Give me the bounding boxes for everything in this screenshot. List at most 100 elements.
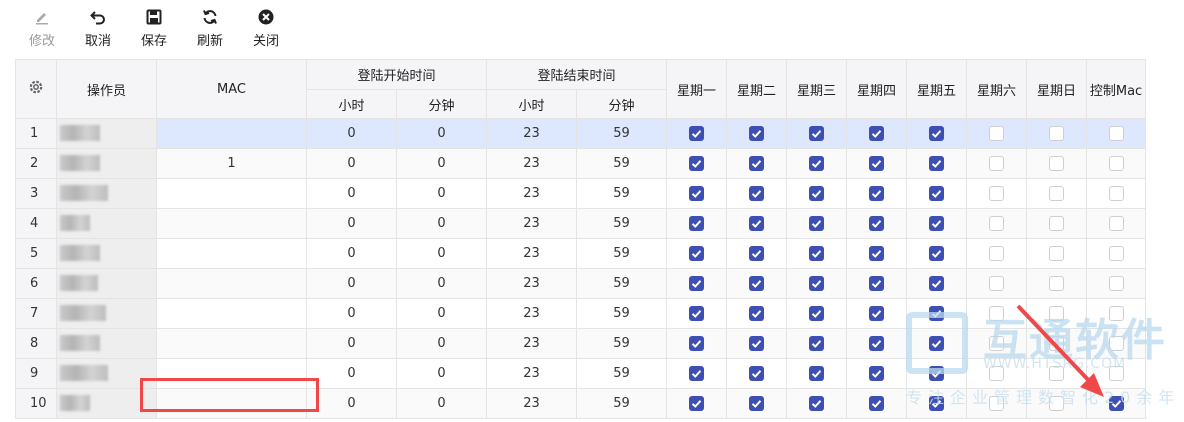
friday-checkbox[interactable] xyxy=(929,396,945,411)
header-wednesday[interactable]: 星期三 xyxy=(786,59,848,119)
end-hour-cell[interactable]: 23 xyxy=(486,148,578,179)
monday-checkbox[interactable] xyxy=(689,156,705,171)
table-row[interactable]: 1 0 0 23 59 xyxy=(15,118,1147,149)
thursday-checkbox[interactable] xyxy=(869,396,885,411)
saturday-checkbox[interactable] xyxy=(989,216,1005,231)
wednesday-checkbox[interactable] xyxy=(809,246,825,261)
friday-checkbox[interactable] xyxy=(929,276,945,291)
operator-cell[interactable] xyxy=(56,148,157,179)
operator-cell[interactable] xyxy=(56,118,157,149)
tuesday-checkbox[interactable] xyxy=(749,396,765,411)
start-minute-cell[interactable]: 0 xyxy=(395,178,488,209)
table-row[interactable]: 8 0 0 23 59 xyxy=(15,328,1147,359)
thursday-checkbox[interactable] xyxy=(869,306,885,321)
close-button[interactable]: 关闭 xyxy=(244,9,288,51)
thursday-checkbox[interactable] xyxy=(869,216,885,231)
thursday-checkbox[interactable] xyxy=(869,156,885,171)
friday-checkbox[interactable] xyxy=(929,306,945,321)
table-row[interactable]: 2 1 0 0 23 59 xyxy=(15,148,1147,179)
wednesday-checkbox[interactable] xyxy=(809,396,825,411)
start-minute-cell[interactable]: 0 xyxy=(395,238,488,269)
start-minute-cell[interactable]: 0 xyxy=(395,388,488,419)
monday-checkbox[interactable] xyxy=(689,336,705,351)
header-friday[interactable]: 星期五 xyxy=(906,59,968,119)
friday-checkbox[interactable] xyxy=(929,186,945,201)
header-saturday[interactable]: 星期六 xyxy=(966,59,1028,119)
column-settings-cell[interactable] xyxy=(15,59,57,119)
monday-checkbox[interactable] xyxy=(689,306,705,321)
wednesday-checkbox[interactable] xyxy=(809,366,825,381)
refresh-button[interactable]: 刷新 xyxy=(188,9,232,51)
tuesday-checkbox[interactable] xyxy=(749,366,765,381)
start-hour-cell[interactable]: 0 xyxy=(306,298,397,329)
control-mac-checkbox[interactable] xyxy=(1108,396,1124,411)
header-monday[interactable]: 星期一 xyxy=(666,59,728,119)
edit-button[interactable]: 修改 xyxy=(20,9,64,51)
monday-checkbox[interactable] xyxy=(689,246,705,261)
monday-checkbox[interactable] xyxy=(689,186,705,201)
operator-cell[interactable] xyxy=(56,298,157,329)
monday-checkbox[interactable] xyxy=(689,216,705,231)
control-mac-checkbox[interactable] xyxy=(1108,126,1124,141)
sunday-checkbox[interactable] xyxy=(1049,156,1065,171)
tuesday-checkbox[interactable] xyxy=(749,336,765,351)
start-minute-cell[interactable]: 0 xyxy=(395,208,488,239)
tuesday-checkbox[interactable] xyxy=(749,156,765,171)
wednesday-checkbox[interactable] xyxy=(809,306,825,321)
thursday-checkbox[interactable] xyxy=(869,366,885,381)
end-hour-cell[interactable]: 23 xyxy=(486,298,578,329)
friday-checkbox[interactable] xyxy=(929,216,945,231)
wednesday-checkbox[interactable] xyxy=(809,336,825,351)
start-minute-cell[interactable]: 0 xyxy=(395,328,488,359)
operator-cell[interactable] xyxy=(56,328,157,359)
end-minute-cell[interactable]: 59 xyxy=(576,148,668,179)
table-row[interactable]: 3 0 0 23 59 xyxy=(15,178,1147,209)
start-hour-cell[interactable]: 0 xyxy=(306,268,397,299)
monday-checkbox[interactable] xyxy=(689,276,705,291)
friday-checkbox[interactable] xyxy=(929,246,945,261)
end-hour-cell[interactable]: 23 xyxy=(486,118,578,149)
saturday-checkbox[interactable] xyxy=(989,246,1005,261)
control-mac-checkbox[interactable] xyxy=(1108,186,1124,201)
tuesday-checkbox[interactable] xyxy=(749,246,765,261)
start-hour-cell[interactable]: 0 xyxy=(306,178,397,209)
end-hour-cell[interactable]: 23 xyxy=(486,358,578,389)
start-hour-cell[interactable]: 0 xyxy=(306,118,397,149)
thursday-checkbox[interactable] xyxy=(869,246,885,261)
end-hour-cell[interactable]: 23 xyxy=(486,178,578,209)
tuesday-checkbox[interactable] xyxy=(749,126,765,141)
header-start-hour[interactable]: 小时 xyxy=(306,89,397,119)
header-control-mac[interactable]: 控制Mac xyxy=(1086,59,1147,119)
sunday-checkbox[interactable] xyxy=(1049,276,1065,291)
saturday-checkbox[interactable] xyxy=(989,186,1005,201)
mac-cell[interactable] xyxy=(156,178,307,209)
start-hour-cell[interactable]: 0 xyxy=(306,388,397,419)
start-minute-cell[interactable]: 0 xyxy=(395,358,488,389)
monday-checkbox[interactable] xyxy=(689,366,705,381)
header-tuesday[interactable]: 星期二 xyxy=(726,59,788,119)
end-hour-cell[interactable]: 23 xyxy=(486,238,578,269)
end-minute-cell[interactable]: 59 xyxy=(576,178,668,209)
mac-cell[interactable] xyxy=(156,268,307,299)
sunday-checkbox[interactable] xyxy=(1049,186,1065,201)
end-hour-cell[interactable]: 23 xyxy=(486,388,578,419)
end-minute-cell[interactable]: 59 xyxy=(576,328,668,359)
operator-cell[interactable] xyxy=(56,208,157,239)
operator-cell[interactable] xyxy=(56,178,157,209)
end-minute-cell[interactable]: 59 xyxy=(576,298,668,329)
start-minute-cell[interactable]: 0 xyxy=(395,118,488,149)
wednesday-checkbox[interactable] xyxy=(809,126,825,141)
mac-cell[interactable]: 1 xyxy=(156,148,307,179)
header-sunday[interactable]: 星期日 xyxy=(1026,59,1088,119)
tuesday-checkbox[interactable] xyxy=(749,306,765,321)
control-mac-checkbox[interactable] xyxy=(1108,306,1124,321)
monday-checkbox[interactable] xyxy=(689,126,705,141)
operator-cell[interactable] xyxy=(56,238,157,269)
thursday-checkbox[interactable] xyxy=(869,276,885,291)
control-mac-checkbox[interactable] xyxy=(1108,366,1124,381)
thursday-checkbox[interactable] xyxy=(869,336,885,351)
start-minute-cell[interactable]: 0 xyxy=(395,148,488,179)
end-minute-cell[interactable]: 59 xyxy=(576,358,668,389)
tuesday-checkbox[interactable] xyxy=(749,216,765,231)
control-mac-checkbox[interactable] xyxy=(1108,246,1124,261)
